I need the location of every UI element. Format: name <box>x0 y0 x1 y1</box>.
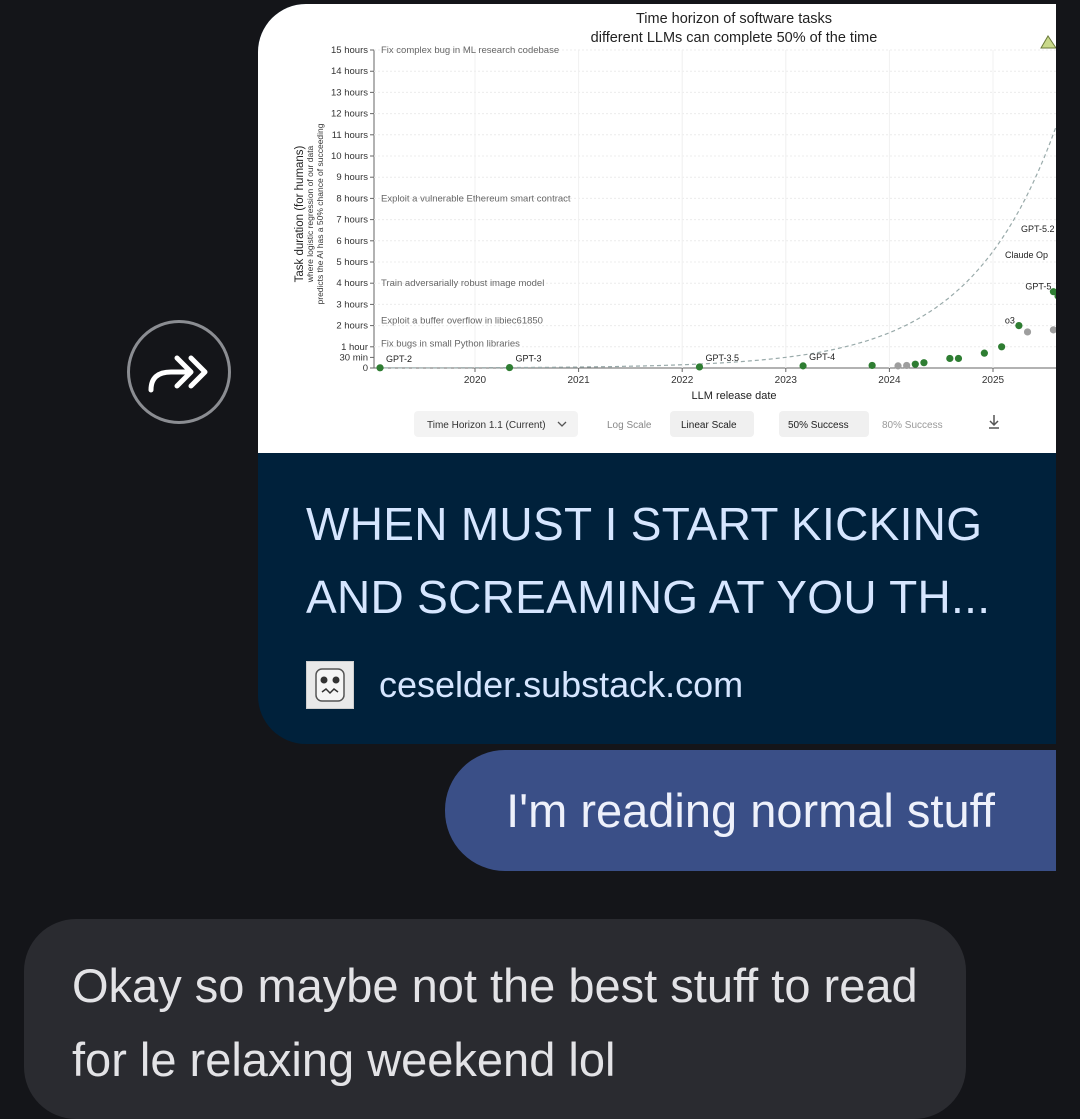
y-tick-label: 5 hours <box>336 257 368 268</box>
model-point <box>954 354 963 363</box>
x-tick-label: 2025 <box>982 375 1005 386</box>
version-select-label: Time Horizon 1.1 (Current) <box>427 420 546 431</box>
linear-scale-button[interactable]: Linear Scale <box>681 420 737 431</box>
model-point <box>799 362 807 370</box>
x-tick-label: 2023 <box>775 375 798 386</box>
model-point-label: o3 <box>1005 316 1015 326</box>
model-point-label: GPT-2 <box>386 354 412 364</box>
model-point <box>980 349 988 357</box>
model-point <box>998 343 1006 351</box>
y-axis-sublabel-1: where logistic regression of our data <box>305 145 315 283</box>
model-point <box>903 361 911 370</box>
y-tick-label: 3 hours <box>336 299 368 310</box>
download-icon[interactable] <box>989 415 999 429</box>
y-tick-label: 4 hours <box>336 278 368 289</box>
y-tick-label: 6 hours <box>336 236 368 247</box>
chart-controls: Time Horizon 1.1 (Current) Log Scale Lin… <box>414 411 999 437</box>
incoming-message-bubble[interactable]: Okay so maybe not the best stuff to read… <box>24 919 966 1119</box>
incoming-message-text: Okay so maybe not the best stuff to read… <box>72 959 918 1086</box>
chart-preview-image: Time horizon of software tasks different… <box>258 4 1056 453</box>
task-annotation: Fix bugs in small Python libraries <box>381 339 520 350</box>
model-point-label: GPT-5 <box>1025 282 1051 292</box>
link-preview-domain: ceselder.substack.com <box>379 664 744 705</box>
y-tick-label: 30 min <box>339 352 368 363</box>
model-point-label: GPT-4 <box>809 352 835 362</box>
y-tick-label: 11 hours <box>332 130 369 141</box>
success-50-button[interactable]: 50% Success <box>788 420 849 431</box>
y-tick-label: 8 hours <box>336 193 368 204</box>
model-point <box>894 362 902 370</box>
link-preview-title: WHEN MUST I START KICKING AND SCREAMING … <box>306 498 991 623</box>
y-tick-label: 7 hours <box>336 215 368 226</box>
model-point <box>868 361 876 370</box>
y-tick-label: 13 hours <box>331 87 368 98</box>
model-point <box>946 354 954 363</box>
x-axis-ticks: 2020 2021 2022 2023 2024 2025 <box>464 368 1005 386</box>
y-tick-label: 2 hours <box>336 321 368 332</box>
x-tick-label: 2021 <box>567 375 590 386</box>
y-tick-label: 0 <box>363 363 368 374</box>
forward-button[interactable] <box>127 320 231 424</box>
model-point-label: GPT-3 <box>516 354 542 364</box>
chart-title-line2: different LLMs can complete 50% of the t… <box>591 30 878 46</box>
x-tick-label: 2024 <box>878 375 901 386</box>
y-tick-label: 1 hour <box>341 342 368 353</box>
outgoing-message-text: I'm reading normal stuff <box>506 784 995 837</box>
y-tick-label: 15 hours <box>331 45 368 56</box>
y-axis-sublabel-2: predicts the AI has a 50% chance of succ… <box>315 123 325 304</box>
y-tick-label: 12 hours <box>331 109 368 120</box>
y-tick-label: 10 hours <box>331 151 368 162</box>
model-point-label: GPT-5.2 <box>1021 224 1055 234</box>
log-scale-button[interactable]: Log Scale <box>607 420 652 431</box>
model-point <box>695 363 704 371</box>
x-tick-label: 2020 <box>464 375 487 386</box>
chart-title-line1: Time horizon of software tasks <box>636 11 832 27</box>
model-point <box>1023 328 1032 336</box>
forward-arrow-icon <box>148 355 208 393</box>
y-tick-label: 9 hours <box>336 172 368 183</box>
trend-line <box>384 126 1056 369</box>
model-point <box>505 363 514 372</box>
success-80-button[interactable]: 80% Success <box>882 420 943 431</box>
task-annotation: Exploit a vulnerable Ethereum smart cont… <box>381 193 571 204</box>
model-point-label: GPT-3.5 <box>705 353 739 363</box>
task-annotation: Train adversarially robust image model <box>381 278 544 289</box>
link-preview-card[interactable]: Time horizon of software tasks different… <box>258 4 1056 744</box>
model-point <box>376 364 384 372</box>
task-annotation: Exploit a buffer overflow in libiec61850 <box>381 315 543 326</box>
site-favicon-icon <box>306 661 354 709</box>
model-point <box>1015 322 1023 330</box>
link-preview-site: ceselder.substack.com <box>306 660 743 710</box>
model-point <box>1049 326 1056 334</box>
time-horizon-chart: Time horizon of software tasks different… <box>294 11 1056 437</box>
logo-icon <box>1040 35 1056 49</box>
x-tick-label: 2022 <box>671 375 694 386</box>
outgoing-message-bubble[interactable]: I'm reading normal stuff <box>445 750 1056 871</box>
model-point <box>911 360 919 368</box>
model-point <box>920 359 928 367</box>
task-annotation: Fix complex bug in ML research codebase <box>381 45 559 56</box>
y-tick-label: 14 hours <box>331 66 368 77</box>
model-point-label: Claude Op <box>1005 250 1048 260</box>
x-axis-label: LLM release date <box>692 390 777 402</box>
y-axis-ticks: 030 min1 hour 2 hours 3 hours 4 hours 5 hour… <box>331 45 374 374</box>
